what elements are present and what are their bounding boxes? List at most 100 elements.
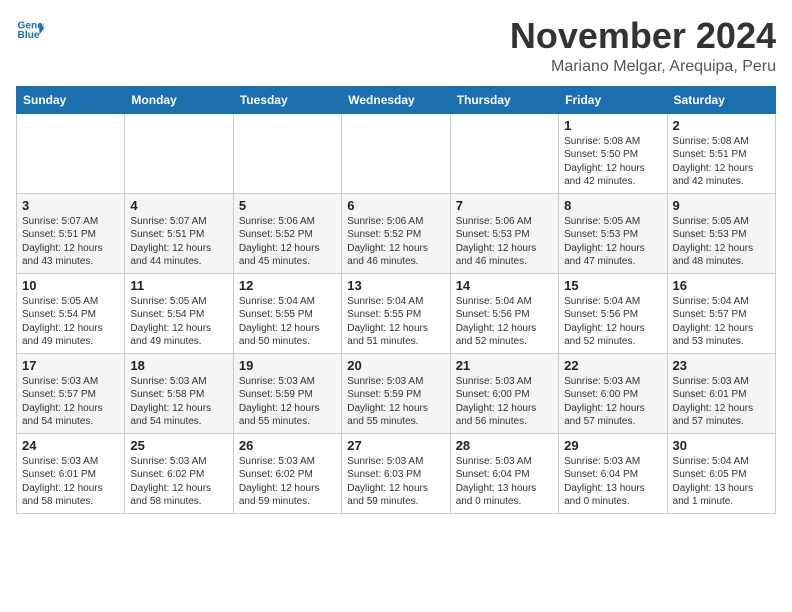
calendar-cell: 23 Sunrise: 5:03 AM Sunset: 6:01 PM Dayli… bbox=[667, 353, 775, 433]
calendar-cell: 5 Sunrise: 5:06 AM Sunset: 5:52 PM Daylig… bbox=[233, 193, 341, 273]
day-info: Sunrise: 5:03 AM Sunset: 5:58 PM Dayligh… bbox=[130, 375, 227, 429]
calendar-cell: 20 Sunrise: 5:03 AM Sunset: 5:59 PM Dayli… bbox=[342, 353, 450, 433]
calendar-cell: 2 Sunrise: 5:08 AM Sunset: 5:51 PM Daylig… bbox=[667, 113, 775, 193]
day-number: 4 bbox=[130, 198, 227, 213]
day-info: Sunrise: 5:06 AM Sunset: 5:52 PM Dayligh… bbox=[239, 215, 336, 269]
calendar-cell: 21 Sunrise: 5:03 AM Sunset: 6:00 PM Dayli… bbox=[450, 353, 558, 433]
day-info: Sunrise: 5:03 AM Sunset: 6:01 PM Dayligh… bbox=[673, 375, 770, 429]
calendar-cell: 16 Sunrise: 5:04 AM Sunset: 5:57 PM Dayli… bbox=[667, 273, 775, 353]
day-info: Sunrise: 5:04 AM Sunset: 5:57 PM Dayligh… bbox=[673, 295, 770, 349]
logo: General Blue bbox=[16, 16, 44, 44]
calendar-week-row: 3 Sunrise: 5:07 AM Sunset: 5:51 PM Daylig… bbox=[17, 193, 776, 273]
day-number: 22 bbox=[564, 358, 661, 373]
day-number: 30 bbox=[673, 438, 770, 453]
calendar-cell: 18 Sunrise: 5:03 AM Sunset: 5:58 PM Dayli… bbox=[125, 353, 233, 433]
day-info: Sunrise: 5:03 AM Sunset: 6:00 PM Dayligh… bbox=[456, 375, 553, 429]
calendar-cell: 15 Sunrise: 5:04 AM Sunset: 5:56 PM Dayli… bbox=[559, 273, 667, 353]
day-info: Sunrise: 5:04 AM Sunset: 5:56 PM Dayligh… bbox=[564, 295, 661, 349]
weekday-label: Monday bbox=[125, 86, 233, 113]
day-number: 19 bbox=[239, 358, 336, 373]
day-number: 10 bbox=[22, 278, 119, 293]
location-title: Mariano Melgar, Arequipa, Peru bbox=[510, 58, 776, 76]
weekday-label: Thursday bbox=[450, 86, 558, 113]
calendar-cell: 22 Sunrise: 5:03 AM Sunset: 6:00 PM Dayli… bbox=[559, 353, 667, 433]
calendar-cell: 9 Sunrise: 5:05 AM Sunset: 5:53 PM Daylig… bbox=[667, 193, 775, 273]
day-number: 27 bbox=[347, 438, 444, 453]
day-number: 16 bbox=[673, 278, 770, 293]
day-number: 15 bbox=[564, 278, 661, 293]
day-number: 20 bbox=[347, 358, 444, 373]
day-info: Sunrise: 5:03 AM Sunset: 6:00 PM Dayligh… bbox=[564, 375, 661, 429]
day-info: Sunrise: 5:07 AM Sunset: 5:51 PM Dayligh… bbox=[22, 215, 119, 269]
calendar-cell: 3 Sunrise: 5:07 AM Sunset: 5:51 PM Daylig… bbox=[17, 193, 125, 273]
day-info: Sunrise: 5:04 AM Sunset: 5:56 PM Dayligh… bbox=[456, 295, 553, 349]
day-number: 12 bbox=[239, 278, 336, 293]
day-info: Sunrise: 5:03 AM Sunset: 6:02 PM Dayligh… bbox=[239, 455, 336, 509]
weekday-header-row: SundayMondayTuesdayWednesdayThursdayFrid… bbox=[17, 86, 776, 113]
calendar-cell: 17 Sunrise: 5:03 AM Sunset: 5:57 PM Dayli… bbox=[17, 353, 125, 433]
calendar-cell: 26 Sunrise: 5:03 AM Sunset: 6:02 PM Dayli… bbox=[233, 433, 341, 513]
day-info: Sunrise: 5:03 AM Sunset: 5:57 PM Dayligh… bbox=[22, 375, 119, 429]
day-number: 21 bbox=[456, 358, 553, 373]
day-number: 8 bbox=[564, 198, 661, 213]
calendar-cell: 1 Sunrise: 5:08 AM Sunset: 5:50 PM Daylig… bbox=[559, 113, 667, 193]
day-info: Sunrise: 5:03 AM Sunset: 6:02 PM Dayligh… bbox=[130, 455, 227, 509]
day-info: Sunrise: 5:05 AM Sunset: 5:54 PM Dayligh… bbox=[130, 295, 227, 349]
day-info: Sunrise: 5:06 AM Sunset: 5:53 PM Dayligh… bbox=[456, 215, 553, 269]
day-info: Sunrise: 5:05 AM Sunset: 5:53 PM Dayligh… bbox=[673, 215, 770, 269]
day-number: 5 bbox=[239, 198, 336, 213]
calendar-cell bbox=[125, 113, 233, 193]
day-number: 6 bbox=[347, 198, 444, 213]
weekday-label: Sunday bbox=[17, 86, 125, 113]
day-info: Sunrise: 5:08 AM Sunset: 5:51 PM Dayligh… bbox=[673, 135, 770, 189]
weekday-label: Wednesday bbox=[342, 86, 450, 113]
calendar-cell: 29Sunrise: 5:03 AM Sunset: 6:04 PM Dayli… bbox=[559, 433, 667, 513]
calendar-cell bbox=[342, 113, 450, 193]
day-number: 18 bbox=[130, 358, 227, 373]
weekday-label: Saturday bbox=[667, 86, 775, 113]
calendar-cell: 11 Sunrise: 5:05 AM Sunset: 5:54 PM Dayli… bbox=[125, 273, 233, 353]
day-number: 23 bbox=[673, 358, 770, 373]
calendar-table: SundayMondayTuesdayWednesdayThursdayFrid… bbox=[16, 86, 776, 514]
calendar-cell: 4Sunrise: 5:07 AM Sunset: 5:51 PM Daylig… bbox=[125, 193, 233, 273]
day-info: Sunrise: 5:08 AM Sunset: 5:50 PM Dayligh… bbox=[564, 135, 661, 189]
calendar-cell: 28 Sunrise: 5:03 AM Sunset: 6:04 PM Dayli… bbox=[450, 433, 558, 513]
day-number: 28 bbox=[456, 438, 553, 453]
calendar-cell: 13Sunrise: 5:04 AM Sunset: 5:55 PM Dayli… bbox=[342, 273, 450, 353]
day-info: Sunrise: 5:03 AM Sunset: 6:01 PM Dayligh… bbox=[22, 455, 119, 509]
day-info: Sunrise: 5:06 AM Sunset: 5:52 PM Dayligh… bbox=[347, 215, 444, 269]
day-info: Sunrise: 5:05 AM Sunset: 5:53 PM Dayligh… bbox=[564, 215, 661, 269]
page-header: General Blue November 2024 Mariano Melga… bbox=[16, 16, 776, 76]
title-block: November 2024 Mariano Melgar, Arequipa, … bbox=[510, 16, 776, 76]
month-title: November 2024 bbox=[510, 16, 776, 56]
day-number: 3 bbox=[22, 198, 119, 213]
day-number: 17 bbox=[22, 358, 119, 373]
day-number: 1 bbox=[564, 118, 661, 133]
calendar-cell bbox=[17, 113, 125, 193]
calendar-cell: 12 Sunrise: 5:04 AM Sunset: 5:55 PM Dayli… bbox=[233, 273, 341, 353]
day-info: Sunrise: 5:03 AM Sunset: 6:04 PM Dayligh… bbox=[564, 455, 661, 509]
day-info: Sunrise: 5:04 AM Sunset: 5:55 PM Dayligh… bbox=[239, 295, 336, 349]
calendar-cell: 8 Sunrise: 5:05 AM Sunset: 5:53 PM Daylig… bbox=[559, 193, 667, 273]
calendar-cell: 25Sunrise: 5:03 AM Sunset: 6:02 PM Dayli… bbox=[125, 433, 233, 513]
calendar-cell bbox=[450, 113, 558, 193]
day-info: Sunrise: 5:05 AM Sunset: 5:54 PM Dayligh… bbox=[22, 295, 119, 349]
weekday-label: Friday bbox=[559, 86, 667, 113]
day-number: 13 bbox=[347, 278, 444, 293]
logo-icon: General Blue bbox=[16, 16, 44, 44]
day-number: 26 bbox=[239, 438, 336, 453]
day-number: 14 bbox=[456, 278, 553, 293]
calendar-week-row: 10 Sunrise: 5:05 AM Sunset: 5:54 PM Dayli… bbox=[17, 273, 776, 353]
day-number: 2 bbox=[673, 118, 770, 133]
day-number: 11 bbox=[130, 278, 227, 293]
calendar-cell: 24 Sunrise: 5:03 AM Sunset: 6:01 PM Dayli… bbox=[17, 433, 125, 513]
day-info: Sunrise: 5:03 AM Sunset: 5:59 PM Dayligh… bbox=[347, 375, 444, 429]
day-info: Sunrise: 5:03 AM Sunset: 6:04 PM Dayligh… bbox=[456, 455, 553, 509]
day-number: 24 bbox=[22, 438, 119, 453]
day-info: Sunrise: 5:03 AM Sunset: 5:59 PM Dayligh… bbox=[239, 375, 336, 429]
day-number: 9 bbox=[673, 198, 770, 213]
day-info: Sunrise: 5:03 AM Sunset: 6:03 PM Dayligh… bbox=[347, 455, 444, 509]
calendar-cell: 10 Sunrise: 5:05 AM Sunset: 5:54 PM Dayli… bbox=[17, 273, 125, 353]
calendar-cell: 14 Sunrise: 5:04 AM Sunset: 5:56 PM Dayli… bbox=[450, 273, 558, 353]
weekday-label: Tuesday bbox=[233, 86, 341, 113]
